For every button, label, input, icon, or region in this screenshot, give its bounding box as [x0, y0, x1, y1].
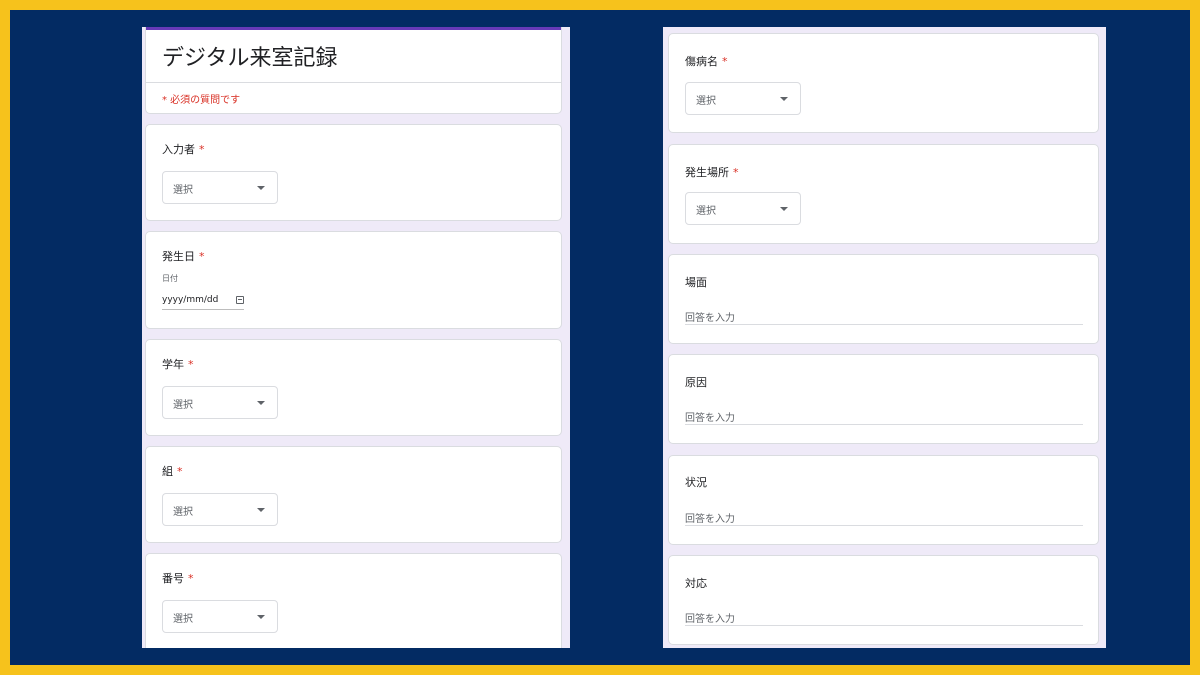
divider — [146, 82, 561, 83]
dropdown-value: 選択 — [173, 400, 193, 411]
entered-by-dropdown[interactable]: 選択 — [162, 171, 278, 204]
question-label: 番号 * — [162, 572, 194, 585]
required-mark: * — [722, 55, 728, 68]
form-header-card: デジタル来室記録 * 必須の質問です — [145, 27, 562, 114]
required-mark: * — [199, 143, 205, 156]
dropdown-value: 選択 — [696, 96, 716, 107]
question-label: 対応 — [685, 577, 707, 590]
caret-down-icon — [257, 401, 265, 405]
required-mark: * — [733, 166, 739, 179]
caret-down-icon — [780, 97, 788, 101]
question-card-class: 組 * 選択 — [145, 446, 562, 543]
required-mark: * — [188, 572, 194, 585]
question-label: 学年 * — [162, 358, 194, 371]
question-card-grade: 学年 * 選択 — [145, 339, 562, 436]
location-dropdown[interactable]: 選択 — [685, 192, 801, 225]
question-card-response: 対応 回答を入力 — [668, 555, 1099, 645]
date-input[interactable]: yyyy/mm/dd — [162, 294, 244, 310]
question-label: 場面 — [685, 276, 707, 289]
question-label: 傷病名 * — [685, 55, 728, 68]
situation-answer-input[interactable]: 回答を入力 — [685, 508, 1083, 526]
form-panel-left: デジタル来室記録 * 必須の質問です 入力者 * 選択 発生日 * 日付 yyyy/… — [142, 27, 570, 648]
question-card-injury: 傷病名 * 選択 — [668, 33, 1099, 133]
dropdown-value: 選択 — [173, 614, 193, 625]
injury-dropdown[interactable]: 選択 — [685, 82, 801, 115]
question-label: 組 * — [162, 465, 183, 478]
question-label: 原因 — [685, 376, 707, 389]
date-sublabel: 日付 — [162, 274, 178, 283]
question-label: 状況 — [685, 476, 707, 489]
question-label: 入力者 * — [162, 143, 205, 156]
caret-down-icon — [257, 508, 265, 512]
question-card-number: 番号 * 選択 — [145, 553, 562, 648]
required-mark: * — [199, 250, 205, 263]
caret-down-icon — [257, 186, 265, 190]
cause-answer-input[interactable]: 回答を入力 — [685, 407, 1083, 425]
question-card-scene: 場面 回答を入力 — [668, 254, 1099, 344]
answer-placeholder: 回答を入力 — [685, 614, 735, 625]
question-card-date: 発生日 * 日付 yyyy/mm/dd — [145, 231, 562, 329]
question-card-situation: 状況 回答を入力 — [668, 455, 1099, 545]
class-dropdown[interactable]: 選択 — [162, 493, 278, 526]
scene-answer-input[interactable]: 回答を入力 — [685, 307, 1083, 325]
answer-placeholder: 回答を入力 — [685, 514, 735, 525]
dropdown-value: 選択 — [173, 185, 193, 196]
caret-down-icon — [257, 615, 265, 619]
required-mark: * — [188, 358, 194, 371]
dropdown-value: 選択 — [173, 507, 193, 518]
calendar-icon[interactable] — [236, 296, 244, 304]
date-placeholder: yyyy/mm/dd — [162, 295, 219, 305]
question-card-cause: 原因 回答を入力 — [668, 354, 1099, 444]
question-label: 発生場所 * — [685, 166, 739, 179]
accent-bar — [146, 27, 561, 30]
required-note: * 必須の質問です — [162, 95, 241, 106]
answer-placeholder: 回答を入力 — [685, 313, 735, 324]
grade-dropdown[interactable]: 選択 — [162, 386, 278, 419]
question-card-location: 発生場所 * 選択 — [668, 144, 1099, 244]
form-panel-right: 傷病名 * 選択 発生場所 * 選択 場面 回答を入力 原因 回答を入力 状況 回答… — [663, 27, 1106, 648]
question-card-entered-by: 入力者 * 選択 — [145, 124, 562, 221]
response-answer-input[interactable]: 回答を入力 — [685, 608, 1083, 626]
form-title: デジタル来室記録 — [162, 46, 338, 71]
answer-placeholder: 回答を入力 — [685, 413, 735, 424]
question-label: 発生日 * — [162, 250, 205, 263]
caret-down-icon — [780, 207, 788, 211]
number-dropdown[interactable]: 選択 — [162, 600, 278, 633]
required-mark: * — [177, 465, 183, 478]
dropdown-value: 選択 — [696, 206, 716, 217]
